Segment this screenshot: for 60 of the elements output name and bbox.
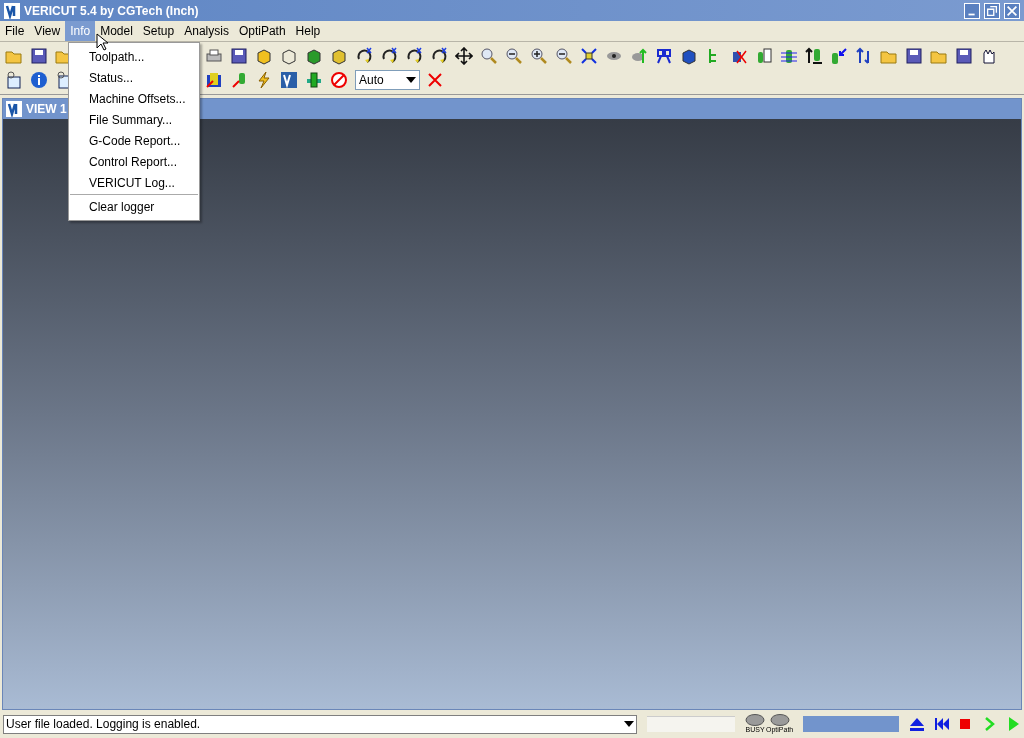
printer-icon[interactable] <box>205 47 223 65</box>
indicator-light-icon <box>769 714 790 726</box>
colored-box-icon[interactable] <box>305 47 323 65</box>
menu-item[interactable]: Model <box>95 21 138 41</box>
app-logo-icon <box>6 101 22 117</box>
speed-dropdown[interactable]: Auto <box>355 70 420 90</box>
tip-icon[interactable] <box>5 71 23 89</box>
menu-item[interactable]: VERICUT Log... <box>69 172 199 193</box>
menu-item[interactable]: Help <box>290 21 326 41</box>
wireframe-box-icon[interactable] <box>280 47 298 65</box>
menu-item[interactable]: Machine Offsets... <box>69 88 199 109</box>
message-dropdown[interactable]: User file loaded. Logging is enabled. <box>3 714 638 734</box>
view-title: VIEW 1 <box>26 101 67 118</box>
cube-icon[interactable] <box>680 47 698 65</box>
menu-item[interactable]: View <box>29 21 66 41</box>
boxed-part-icon[interactable] <box>330 47 348 65</box>
dropdown-arrow-icon <box>624 721 635 727</box>
rotate-y-icon[interactable] <box>380 47 398 65</box>
menu-item[interactable]: Clear logger <box>69 196 199 217</box>
dropdown-arrow-icon <box>406 77 416 83</box>
rewind-icon[interactable] <box>933 716 949 732</box>
menu-item[interactable]: Setup <box>137 21 180 41</box>
menu-item[interactable]: G-Code Report... <box>69 130 199 151</box>
move-arrows-icon[interactable] <box>455 47 473 65</box>
minimize-icon[interactable] <box>964 2 980 19</box>
rotate-x-icon[interactable] <box>355 47 373 65</box>
tool-arrow-icon[interactable] <box>230 71 248 89</box>
app-logo-icon <box>4 2 20 19</box>
rotate-xy-icon[interactable] <box>430 47 448 65</box>
menu-item[interactable]: Status... <box>69 67 199 88</box>
rotate-z-icon[interactable] <box>405 47 423 65</box>
tool-waves-icon[interactable] <box>780 47 798 65</box>
stock-block-icon[interactable] <box>255 47 273 65</box>
lightning-icon[interactable] <box>255 71 273 89</box>
app-logo-icon[interactable] <box>280 71 298 89</box>
slider-track[interactable] <box>647 716 735 732</box>
tool-document-icon[interactable] <box>755 47 773 65</box>
tool-arrow-icon[interactable] <box>830 47 848 65</box>
tool-holder-icon[interactable] <box>305 71 323 89</box>
menu-item[interactable]: File Summary... <box>69 109 199 130</box>
menu-item[interactable]: OptiPath <box>233 21 291 41</box>
eject-icon[interactable] <box>909 716 925 732</box>
part-cut-icon[interactable] <box>205 71 223 89</box>
info-icon[interactable] <box>30 71 48 89</box>
menu-item[interactable]: Analysis <box>179 21 234 41</box>
zoom-icon[interactable] <box>480 47 498 65</box>
indicator-light-icon <box>745 714 765 726</box>
menu-item[interactable]: Toolpath... <box>69 46 199 67</box>
stop-icon[interactable] <box>957 716 973 732</box>
zoom-in-icon[interactable] <box>530 47 548 65</box>
fit-view-icon[interactable] <box>580 47 598 65</box>
window-title: VERICUT 5.4 by CGTech (Inch) <box>24 2 200 20</box>
no-entry-icon[interactable] <box>330 71 348 89</box>
tool-arrows-icon[interactable] <box>805 47 823 65</box>
restore-icon[interactable] <box>984 2 1000 19</box>
menu-item[interactable]: File <box>0 21 30 41</box>
close-icon[interactable] <box>427 72 443 88</box>
menu-item[interactable]: Control Report... <box>69 151 199 172</box>
zoom-out-icon[interactable] <box>505 47 523 65</box>
zoom-out-icon[interactable] <box>555 47 573 65</box>
